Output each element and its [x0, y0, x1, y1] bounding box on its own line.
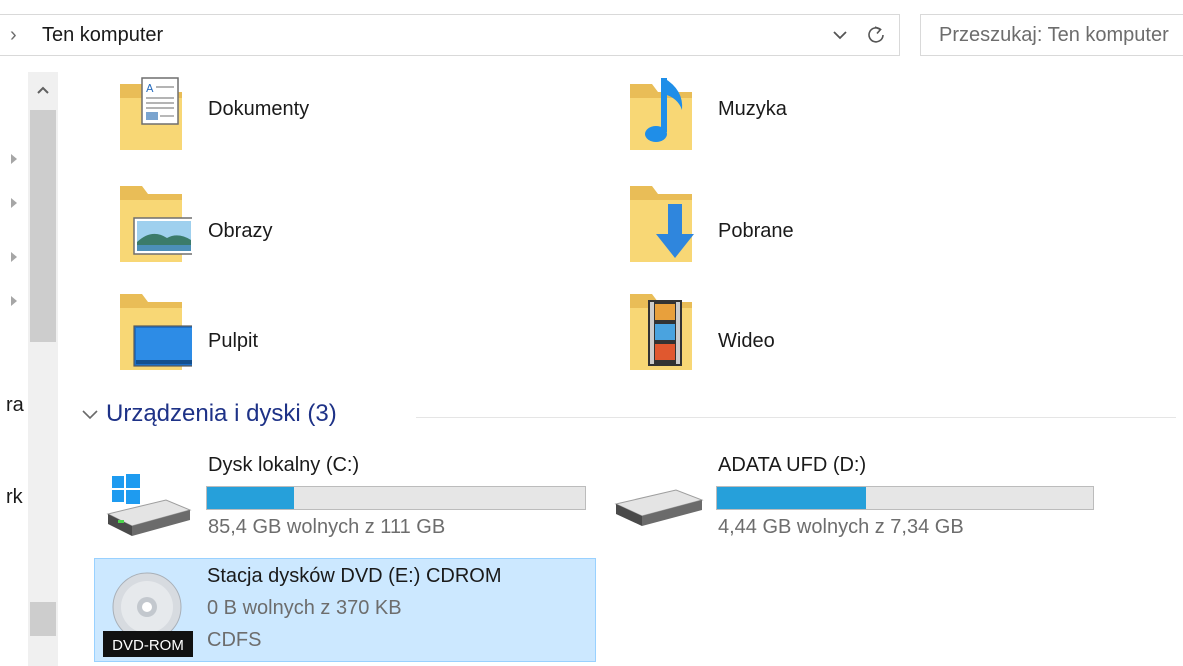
windows-drive-icon [106, 474, 192, 536]
folder-label: Muzyka [718, 98, 787, 120]
usb-drive-icon [614, 489, 704, 526]
breadcrumb-chevron-icon[interactable]: › [10, 24, 17, 47]
documents-folder-icon: A [120, 77, 182, 150]
address-bar-row: › Ten komputer [0, 0, 1183, 72]
expand-arrow-icon[interactable] [8, 152, 20, 166]
expand-arrow-icon[interactable] [8, 294, 20, 308]
drive-name: Stacja dysków DVD (E:) CDROM [207, 565, 502, 587]
nav-scrollbar-thumb-lower[interactable] [30, 602, 56, 636]
videos-folder-icon [630, 294, 692, 370]
svg-text:A: A [146, 82, 154, 95]
folder-label: Pulpit [208, 330, 259, 352]
drive-usage-bar [716, 486, 1094, 510]
nav-scrollbar-thumb[interactable] [30, 110, 56, 342]
expand-arrow-icon[interactable] [8, 250, 20, 264]
dvd-rom-badge: DVD-ROM [112, 637, 184, 654]
folder-tile-desktop[interactable]: Pulpit [62, 292, 542, 392]
folder-tile-pictures[interactable]: Obrazy [62, 182, 542, 282]
content-area: A Dokumenty Muzyka Obrazy Pobrane Pulpit… [62, 72, 1183, 666]
drive-usage-bar [206, 486, 586, 510]
drive-free-space: 85,4 GB wolnych z 111 GB [208, 516, 446, 538]
navigation-pane: ra rk [0, 72, 62, 666]
breadcrumb-current[interactable]: Ten komputer [42, 24, 163, 47]
expand-arrow-icon[interactable] [8, 196, 20, 210]
desktop-folder-icon [120, 294, 192, 370]
address-bar[interactable]: › Ten komputer [0, 14, 900, 56]
dvd-drive-icon: DVD-ROM [103, 572, 193, 657]
downloads-folder-icon [630, 186, 694, 262]
folder-tile-downloads[interactable]: Pobrane [572, 182, 1052, 282]
scroll-up-arrow-icon[interactable] [31, 78, 55, 102]
nav-item-label[interactable]: rk [6, 486, 23, 509]
drive-free-space: 4,44 GB wolnych z 7,34 GB [718, 516, 964, 538]
music-folder-icon [630, 78, 692, 150]
group-title: Urządzenia i dyski (3) [106, 400, 337, 427]
folder-label: Dokumenty [208, 98, 310, 120]
group-divider [416, 417, 1176, 418]
folder-label: Pobrane [718, 220, 794, 242]
drive-tile-e[interactable]: DVD-ROM Stacja dysków DVD (E:) CDROM 0 B… [94, 558, 596, 662]
folder-tile-documents[interactable]: A Dokumenty [62, 72, 542, 172]
drive-usage-fill [717, 487, 866, 509]
drive-usage-fill [207, 487, 294, 509]
folder-tile-videos[interactable]: Wideo [572, 292, 1052, 392]
drive-tile-c[interactable]: Dysk lokalny (C:) 85,4 GB wolnych z 111 … [98, 446, 594, 546]
drive-name: ADATA UFD (D:) [718, 454, 867, 476]
folder-label: Wideo [718, 330, 775, 352]
drive-tile-d[interactable]: ADATA UFD (D:) 4,44 GB wolnych z 7,34 GB [608, 446, 1108, 546]
folder-label: Obrazy [208, 220, 273, 242]
drive-free-space: 0 B wolnych z 370 KB [207, 597, 402, 619]
collapse-chevron-icon[interactable] [80, 406, 100, 424]
chevron-down-icon[interactable] [826, 21, 854, 49]
drive-filesystem: CDFS [207, 629, 262, 651]
pictures-folder-icon [120, 186, 192, 262]
drive-name: Dysk lokalny (C:) [208, 454, 360, 476]
nav-item-label[interactable]: ra [6, 394, 24, 417]
refresh-icon[interactable] [862, 21, 890, 49]
search-box[interactable] [920, 14, 1183, 56]
group-header-devices[interactable]: Urządzenia i dyski (3) [76, 398, 1176, 434]
folder-tile-music[interactable]: Muzyka [572, 72, 1052, 172]
search-input[interactable] [921, 15, 1183, 55]
